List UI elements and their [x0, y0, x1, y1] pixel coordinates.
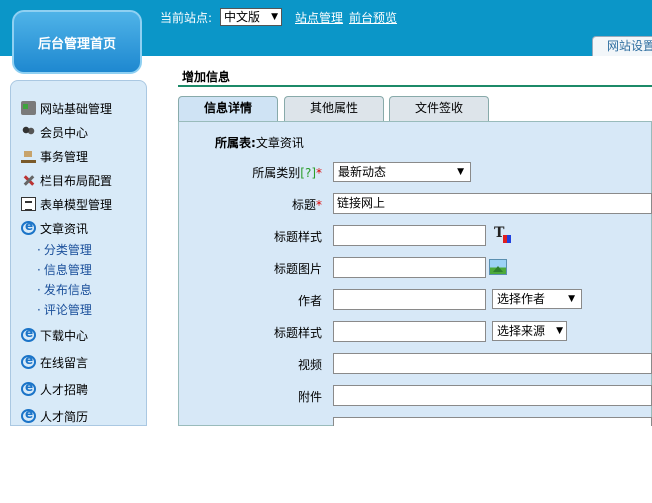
chevron-down-icon: ▼ [271, 12, 278, 22]
attachment-label: 附件 [297, 390, 322, 404]
belongs-label: 所属表: [215, 136, 256, 150]
tab-file-signoff[interactable]: 文件签收 [389, 96, 489, 121]
chevron-down-icon: ▼ [556, 326, 563, 336]
tab-other-attributes[interactable]: 其他属性 [284, 96, 384, 121]
category-select[interactable]: 最新动态 ▼ [333, 162, 471, 182]
sidebar-item-label: 事务管理 [40, 149, 89, 164]
sidebar-item-label: 人才简历 [40, 409, 89, 424]
sidebar-subitem-publish[interactable]: · 发布信息 [37, 281, 92, 297]
sidebar-item-label: 表单模型管理 [40, 197, 113, 212]
attachment-input[interactable] [333, 385, 652, 406]
sidebar-item-affairs[interactable]: 事务管理 [21, 147, 88, 165]
sidebar: 网站基础管理 会员中心 事务管理 栏目布局配置 表单模型管理 文章资讯 ·分类管… [10, 80, 147, 426]
sidebar-item-label: 下载中心 [40, 328, 89, 343]
ie-icon [21, 326, 36, 342]
users-icon [21, 125, 36, 139]
sidebar-item-members[interactable]: 会员中心 [21, 123, 88, 141]
video-label: 视频 [297, 358, 322, 372]
author-label: 作者 [297, 294, 322, 308]
image-upload-icon[interactable] [489, 259, 507, 275]
next-field-input[interactable] [333, 417, 652, 426]
ie-icon [21, 380, 36, 396]
site-select-value: 中文版 [224, 10, 261, 24]
admin-home-button[interactable]: 后台管理首页 [12, 10, 142, 74]
sidebar-subitem-comments[interactable]: · 评论管理 [37, 301, 92, 317]
sidebar-item-label: 会员中心 [40, 125, 89, 140]
author-select-value: 选择作者 [497, 292, 546, 306]
title-style-input[interactable] [333, 225, 486, 246]
sidebar-item-downloads[interactable]: 下载中心 [21, 326, 88, 344]
sidebar-item-messages[interactable]: 在线留言 [21, 353, 88, 371]
category-select-value: 最新动态 [338, 165, 387, 179]
belongs-table: 所属表:文章资讯 [215, 134, 304, 151]
bullet: · [37, 263, 41, 277]
source-select-value: 选择来源 [497, 324, 546, 338]
sidebar-subitem-info[interactable]: · 信息管理 [37, 261, 92, 277]
category-label: 所属类别[?]* [182, 164, 322, 181]
category-label-text: 所属类别 [252, 166, 301, 180]
text-color-icon[interactable]: T [494, 225, 512, 243]
author-input[interactable] [333, 289, 486, 310]
ie-icon [21, 353, 36, 369]
bullet: · [37, 303, 41, 317]
sidebar-item-recruitment[interactable]: 人才招聘 [21, 380, 88, 398]
title-image-input[interactable] [333, 257, 486, 278]
site-select[interactable]: 中文版 ▼ [220, 8, 282, 26]
sidebar-item-label: 网站基础管理 [40, 101, 113, 116]
subitem-label: 信息管理 [43, 263, 92, 277]
author-select[interactable]: 选择作者 ▼ [492, 289, 582, 309]
title-input[interactable]: 链接网上 [333, 193, 652, 214]
current-site-label: 当前站点: [160, 11, 213, 25]
desk-icon [21, 149, 36, 163]
tab-info-detail[interactable]: 信息详情 [178, 96, 278, 121]
bullet: · [37, 283, 41, 297]
frontend-preview-link[interactable]: 前台预览 [349, 9, 397, 26]
tools-icon [21, 173, 36, 187]
subitem-label: 评论管理 [43, 303, 92, 317]
site-management-link[interactable]: 站点管理 [295, 9, 343, 26]
required-mark: * [316, 166, 322, 180]
help-link[interactable]: [?] [300, 166, 316, 180]
source-label: 标题样式 [273, 326, 322, 340]
ie-icon [21, 407, 36, 423]
sidebar-subitem-categories[interactable]: · 分类管理 [37, 241, 92, 257]
house-icon [21, 101, 36, 115]
sidebar-item-articles[interactable]: 文章资讯 [21, 219, 88, 237]
chevron-down-icon: ▼ [457, 167, 464, 177]
title-divider [178, 85, 652, 87]
form-icon [21, 197, 36, 211]
ie-icon [21, 219, 36, 235]
page-title: 增加信息 [182, 70, 231, 84]
sidebar-item-layout[interactable]: 栏目布局配置 [21, 171, 112, 189]
sidebar-item-site-basic[interactable]: 网站基础管理 [21, 99, 112, 117]
video-input[interactable] [333, 353, 652, 374]
sidebar-item-label: 文章资讯 [40, 221, 89, 236]
chevron-down-icon: ▼ [568, 294, 575, 304]
source-input[interactable] [333, 321, 486, 342]
tab-website-settings[interactable]: 网站设置 [592, 36, 652, 56]
belongs-value: 文章资讯 [255, 136, 304, 150]
source-select[interactable]: 选择来源 ▼ [492, 321, 567, 341]
title-label-text: 标题 [291, 198, 316, 212]
sidebar-item-label: 在线留言 [40, 355, 89, 370]
subitem-label: 发布信息 [43, 283, 92, 297]
required-mark: * [316, 198, 322, 212]
title-style-label: 标题样式 [273, 230, 322, 244]
title-image-label: 标题图片 [273, 262, 322, 276]
sidebar-item-label: 人才招聘 [40, 382, 89, 397]
title-label: 标题* [182, 196, 322, 213]
sidebar-item-label: 栏目布局配置 [40, 173, 113, 188]
subitem-label: 分类管理 [43, 243, 92, 257]
sidebar-item-forms[interactable]: 表单模型管理 [21, 195, 112, 213]
sidebar-item-resumes[interactable]: 人才简历 [21, 407, 88, 425]
bullet: · [37, 243, 41, 257]
